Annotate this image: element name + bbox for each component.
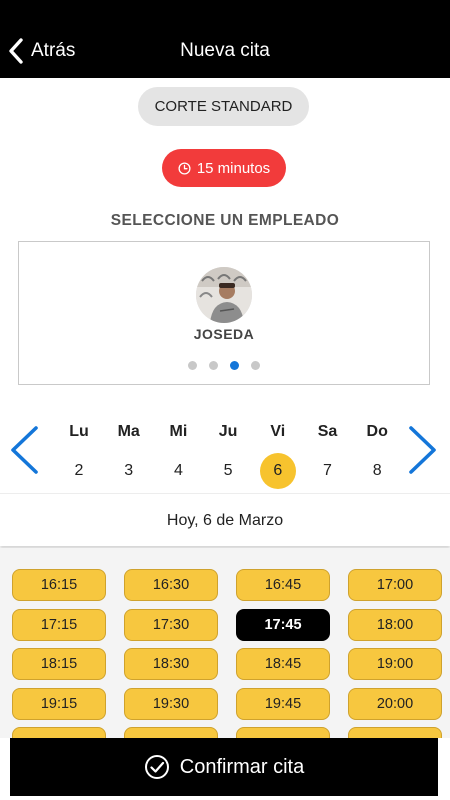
day-column: Ma 3 xyxy=(109,423,149,489)
time-slot-button[interactable] xyxy=(236,727,330,738)
avatar-photo xyxy=(196,267,252,323)
day-column: Vi 6 xyxy=(258,423,298,489)
clock-icon xyxy=(178,161,191,175)
day-name: Lu xyxy=(69,423,89,440)
time-slot-button[interactable]: 17:15 xyxy=(12,608,106,641)
day-column: Ju 5 xyxy=(208,423,248,489)
service-badge: CORTE STANDARD xyxy=(138,87,309,126)
check-circle-icon xyxy=(144,755,169,779)
day-name: Ma xyxy=(117,423,140,440)
day-name: Sa xyxy=(317,423,338,440)
day-number[interactable]: 7 xyxy=(310,453,346,489)
day-column: Lu 2 xyxy=(59,423,99,489)
day-column: Mi 4 xyxy=(158,423,198,489)
employee-section-title: SELECCIONE UN EMPLEADO xyxy=(110,212,340,229)
time-slot-button[interactable]: 18:45 xyxy=(236,648,330,680)
day-name: Ju xyxy=(218,423,238,440)
employee-avatar[interactable] xyxy=(196,267,252,323)
time-slot-button[interactable]: 19:45 xyxy=(236,687,330,720)
chevron-left-icon xyxy=(11,426,38,474)
time-slot-grid: 16:15 16:30 16:45 17:00 17:15 17:30 17:45 18:00… xyxy=(0,548,450,738)
time-slot-button[interactable]: 20:00 xyxy=(348,687,442,720)
day-number[interactable]: 2 xyxy=(61,453,97,489)
time-slot-button[interactable]: 18:00 xyxy=(348,608,442,641)
day-name: Mi xyxy=(169,423,188,440)
page-title: Nueva cita xyxy=(180,40,270,61)
time-slot-button[interactable]: 17:45 xyxy=(236,608,330,641)
previous-week-button[interactable] xyxy=(8,425,40,480)
carousel-dot[interactable] xyxy=(230,361,239,370)
time-slot-button[interactable] xyxy=(12,727,106,738)
app-header: Atrás Nueva cita xyxy=(0,0,450,78)
time-slot-button[interactable] xyxy=(348,727,442,738)
confirm-label: Confirmar cita xyxy=(179,755,305,778)
selected-date: Hoy, 6 de Marzo xyxy=(0,493,450,546)
time-slot-button[interactable]: 18:15 xyxy=(12,648,106,680)
time-slot-button[interactable]: 18:30 xyxy=(124,648,218,680)
day-name: Do xyxy=(366,423,388,440)
carousel-dot[interactable] xyxy=(251,361,260,370)
carousel-dot[interactable] xyxy=(209,361,218,370)
employee-name: JOSEDA xyxy=(193,326,255,342)
day-number[interactable]: 3 xyxy=(111,453,147,489)
duration-label: 15 minutos xyxy=(196,159,271,177)
duration-badge: 15 minutos xyxy=(162,149,286,187)
time-slot-button[interactable]: 19:15 xyxy=(12,687,106,720)
day-number[interactable]: 4 xyxy=(160,453,196,489)
employee-carousel[interactable]: JOSEDA xyxy=(18,241,430,385)
carousel-pagination xyxy=(19,361,429,370)
time-slot-button[interactable]: 17:30 xyxy=(124,608,218,641)
time-slot-button[interactable]: 19:30 xyxy=(124,687,218,720)
chevron-right-icon xyxy=(409,426,436,474)
day-number[interactable]: 6 xyxy=(259,453,296,489)
day-name: Vi xyxy=(270,423,286,440)
confirm-appointment-button[interactable]: Confirmar cita xyxy=(10,738,438,796)
time-slot-button[interactable] xyxy=(124,727,218,738)
time-slot-button[interactable]: 16:30 xyxy=(124,569,218,601)
carousel-dot[interactable] xyxy=(188,361,197,370)
day-column: Do 8 xyxy=(357,423,397,489)
day-number[interactable]: 8 xyxy=(359,453,395,489)
time-slot-button[interactable]: 17:00 xyxy=(348,569,442,601)
time-slot-button[interactable]: 19:00 xyxy=(348,648,442,680)
day-column: Sa 7 xyxy=(308,423,348,489)
next-week-button[interactable] xyxy=(407,425,439,480)
time-slot-button[interactable]: 16:45 xyxy=(236,569,330,601)
time-slot-button[interactable]: 16:15 xyxy=(12,569,106,601)
day-number[interactable]: 5 xyxy=(210,453,246,489)
